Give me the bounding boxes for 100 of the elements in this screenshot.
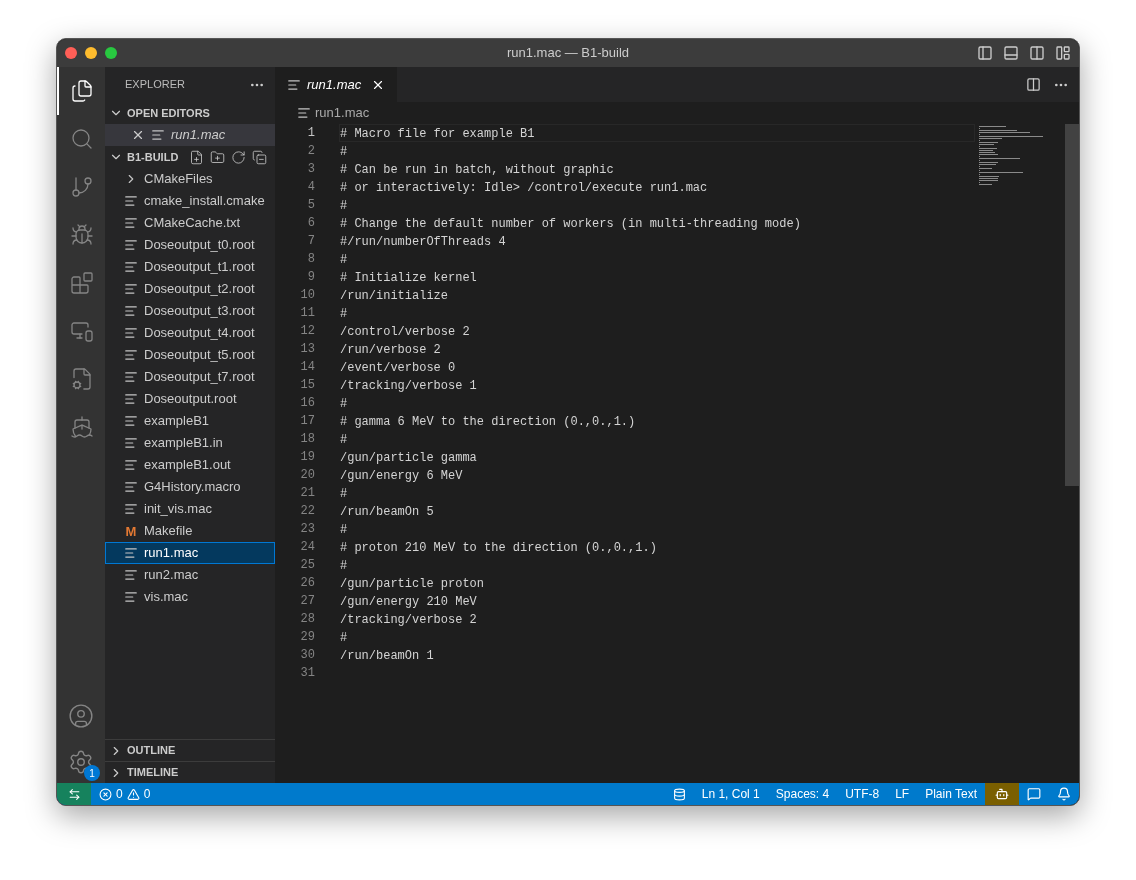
database-icon[interactable] [672,787,686,801]
error-icon[interactable] [99,787,112,801]
code-line: # Can be run in batch, without graphic [340,163,614,177]
line-number: 17 [299,413,315,430]
open-editor-item[interactable]: run1.mac [105,124,275,146]
new-folder-icon[interactable] [210,149,225,165]
file-tree-item[interactable]: cmake_install.cmake [105,190,275,212]
line-number: 15 [299,377,315,394]
line-number: 23 [299,521,315,538]
layout-icon[interactable] [1055,45,1071,61]
code-line: /gun/particle proton [340,577,485,591]
bell-icon[interactable] [1057,787,1071,801]
line-number: 3 [306,161,315,178]
code-line: # proton 210 MeV to the direction (0.,0.,1.) [340,541,657,555]
remote-button[interactable] [57,783,91,805]
code-line: # [340,145,348,159]
code-line: /tracking/verbose 2 [340,613,477,627]
line-number: 6 [306,215,315,232]
code-line: # [340,487,348,501]
line-number: 11 [299,305,315,322]
status-item[interactable]: Spaces: 4 [767,783,838,805]
account-icon[interactable] [68,703,94,729]
file-lines-icon [124,436,138,450]
search-icon[interactable] [70,127,94,151]
files-icon[interactable] [70,79,94,103]
line-number: 13 [299,341,315,358]
minimize-window-icon[interactable] [85,47,97,59]
status-item[interactable]: Ln 1, Col 1 [693,783,768,805]
file-tree-item[interactable]: Doseoutput_t3.root [105,300,275,322]
bug-icon[interactable] [70,223,94,247]
line-number: 1 [306,125,315,142]
settings-icon[interactable] [68,749,94,775]
file-tree-item[interactable]: CMakeFiles [105,168,275,190]
line-number: 9 [306,269,315,286]
file-tree-item[interactable]: Doseoutput_t7.root [105,366,275,388]
file-tree-item[interactable]: CMakeCache.txt [105,212,275,234]
status-item[interactable]: Plain Text [917,783,985,805]
file-tree-item[interactable]: Doseoutput_t0.root [105,234,275,256]
code-line: /tracking/verbose 1 [340,379,477,393]
code-line: #/run/numberOfThreads 4 [340,235,506,249]
refresh-icon[interactable] [231,149,246,165]
section-title[interactable]: OPEN EDITORS [127,104,210,122]
new-file-icon[interactable] [189,149,204,165]
file-lines-icon [124,304,138,318]
file-gear-icon[interactable] [70,367,94,391]
file-lines-icon [151,128,165,142]
editor-tab[interactable]: run1.mac [275,67,398,102]
panel-left-icon[interactable] [977,45,993,61]
close-window-icon[interactable] [65,47,77,59]
file-tree-item[interactable]: Doseoutput_t5.root [105,344,275,366]
file-tree-item[interactable]: run2.mac [105,564,275,586]
panel-bottom-icon[interactable] [1003,45,1019,61]
code-line: /run/beamOn 1 [340,649,434,663]
section-title[interactable]: B1-BUILD [127,148,179,166]
code-line: # [340,433,348,447]
section-title[interactable]: OUTLINE [127,742,176,759]
file-tree-item[interactable]: vis.mac [105,586,275,608]
error-count[interactable]: 0 [116,785,123,803]
line-number: 16 [299,395,315,412]
code-line: # [340,307,348,321]
collapse-all-icon[interactable] [252,149,267,165]
file-tree-item[interactable]: exampleB1.in [105,432,275,454]
feedback-icon[interactable] [1027,787,1041,801]
file-tree-item[interactable]: init_vis.mac [105,498,275,520]
status-item[interactable]: UTF-8 [837,783,888,805]
code-line: # [340,559,348,573]
status-item[interactable]: LF [887,783,918,805]
file-tree-item[interactable]: Doseoutput_t1.root [105,256,275,278]
code-line: /run/beamOn 5 [340,505,434,519]
file-lines-icon [124,590,138,604]
monitor-icon[interactable] [70,319,94,343]
warning-count[interactable]: 0 [143,785,151,803]
file-lines-icon [124,568,138,582]
file-tree-item[interactable]: Doseoutput_t4.root [105,322,275,344]
file-lines-icon [297,106,311,120]
file-tree-item[interactable]: G4History.macro [105,476,275,498]
file-tree-item[interactable]: run1.mac [105,542,275,564]
warning-icon[interactable] [126,787,140,801]
section-title[interactable]: TIMELINE [127,764,179,781]
split-editor-icon[interactable] [1026,77,1041,92]
file-tree-item[interactable]: M Makefile [105,520,275,542]
zoom-window-icon[interactable] [105,47,117,59]
breadcrumb[interactable]: run1.mac [315,103,370,123]
close-icon[interactable] [131,128,145,142]
file-tree-item[interactable]: exampleB1.out [105,454,275,476]
line-number: 21 [299,485,315,502]
file-lines-icon [124,238,138,252]
code-line: # Macro file for example B1 [340,127,535,141]
file-tree-item[interactable]: Doseoutput.root [105,388,275,410]
line-number: 14 [299,359,315,376]
copilot-button[interactable] [985,783,1019,805]
blocks-icon[interactable] [70,271,94,295]
code-line: /gun/energy 210 MeV [340,595,477,609]
ship-icon[interactable] [70,415,94,439]
file-lines-icon [287,77,301,92]
branch-icon[interactable] [70,175,94,199]
file-tree-item[interactable]: Doseoutput_t2.root [105,278,275,300]
file-lines-icon [124,392,138,406]
file-tree-item[interactable]: exampleB1 [105,410,275,432]
columns-icon[interactable] [1029,45,1045,61]
